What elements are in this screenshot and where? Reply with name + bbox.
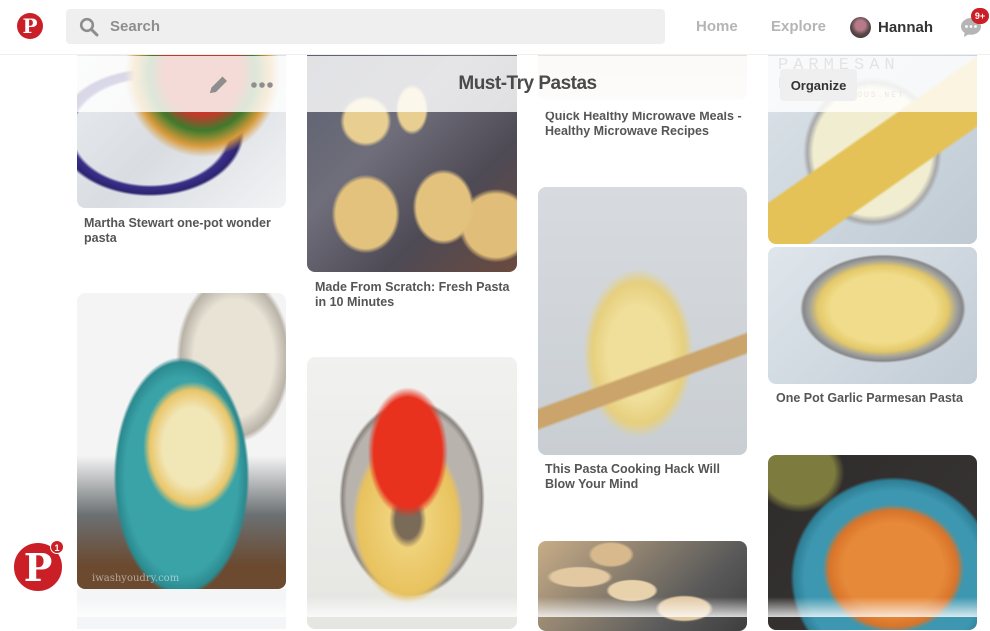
pin-image[interactable]	[538, 187, 747, 455]
notification-badge: 1	[50, 540, 64, 554]
user-profile-link[interactable]: Hannah	[850, 16, 933, 38]
top-header: P Home Explore Hannah 9+	[0, 0, 990, 55]
search-icon	[79, 17, 99, 37]
search-bar[interactable]	[66, 9, 665, 44]
pin-title[interactable]: One Pot Garlic Parmesan Pasta	[776, 391, 976, 406]
avatar	[850, 16, 871, 38]
nav-home[interactable]: Home	[696, 18, 738, 35]
pin-image[interactable]	[768, 247, 977, 384]
pin-image[interactable]	[307, 357, 517, 629]
pinterest-logo-glyph: P	[22, 14, 38, 38]
user-name: Hannah	[878, 18, 934, 36]
pin-title[interactable]: Made From Scratch: Fresh Pasta in 10 Min…	[315, 280, 515, 309]
search-input[interactable]	[110, 9, 650, 44]
pin-title[interactable]: Martha Stewart one-pot wonder pasta	[84, 216, 284, 245]
organize-button[interactable]: Organize	[780, 69, 857, 101]
pin-title[interactable]: This Pasta Cooking Hack Will Blow Your M…	[545, 462, 745, 491]
pin-image[interactable]	[77, 293, 286, 589]
nav-explore[interactable]: Explore	[771, 18, 826, 35]
pin-image[interactable]	[538, 541, 747, 631]
pinterest-logo[interactable]: P	[17, 13, 43, 39]
bottom-fade-overlay	[0, 597, 990, 617]
board-header: Must-Try Pastas PARMESAN PASTA LICIOUS.N…	[0, 56, 990, 112]
pin-watermark: iwashyoudry.com	[92, 573, 180, 584]
messages-badge: 9+	[971, 8, 989, 24]
pin-title[interactable]: Quick Healthy Microwave Meals - Healthy …	[545, 109, 745, 138]
